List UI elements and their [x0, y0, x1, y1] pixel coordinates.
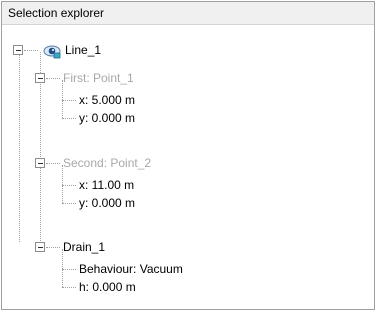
panel-title: Selection explorer: [2, 2, 374, 25]
tree-item-drain-1[interactable]: Drain_1: [2, 238, 202, 256]
property-value: y: 0.000 m: [79, 196, 136, 210]
tree-item-first-x[interactable]: x: 5.000 m: [2, 91, 202, 109]
tree-item-label: Drain_1: [63, 240, 106, 254]
property-value: x: 5.000 m: [79, 93, 136, 107]
tree-item-label: Line_1: [65, 43, 102, 57]
tree-item-first-y[interactable]: y: 0.000 m: [2, 109, 202, 127]
tree-item-second-point[interactable]: Second: Point_2: [2, 154, 202, 172]
selection-explorer-panel: Selection explorer Line_1 First: Point_1…: [1, 1, 375, 310]
tree-item-second-x[interactable]: x: 11.00 m: [2, 176, 202, 194]
tree-item-line-1[interactable]: Line_1: [2, 41, 202, 59]
tree-item-label: Second: Point_2: [63, 156, 152, 170]
property-value: Behaviour: Vacuum: [79, 262, 183, 276]
property-value: h: 0.000 m: [79, 280, 136, 294]
tree-item-second-y[interactable]: y: 0.000 m: [2, 194, 202, 212]
tree-item-label: First: Point_1: [63, 71, 134, 85]
selection-tree[interactable]: Line_1 First: Point_1 x: 5.000 m y: 0.00…: [2, 25, 374, 309]
tree-item-drain-behaviour[interactable]: Behaviour: Vacuum: [2, 260, 262, 278]
tree-item-first-point[interactable]: First: Point_1: [2, 69, 202, 87]
tree-item-drain-h[interactable]: h: 0.000 m: [2, 278, 202, 296]
property-value: x: 11.00 m: [79, 178, 135, 192]
property-value: y: 0.000 m: [79, 111, 136, 125]
